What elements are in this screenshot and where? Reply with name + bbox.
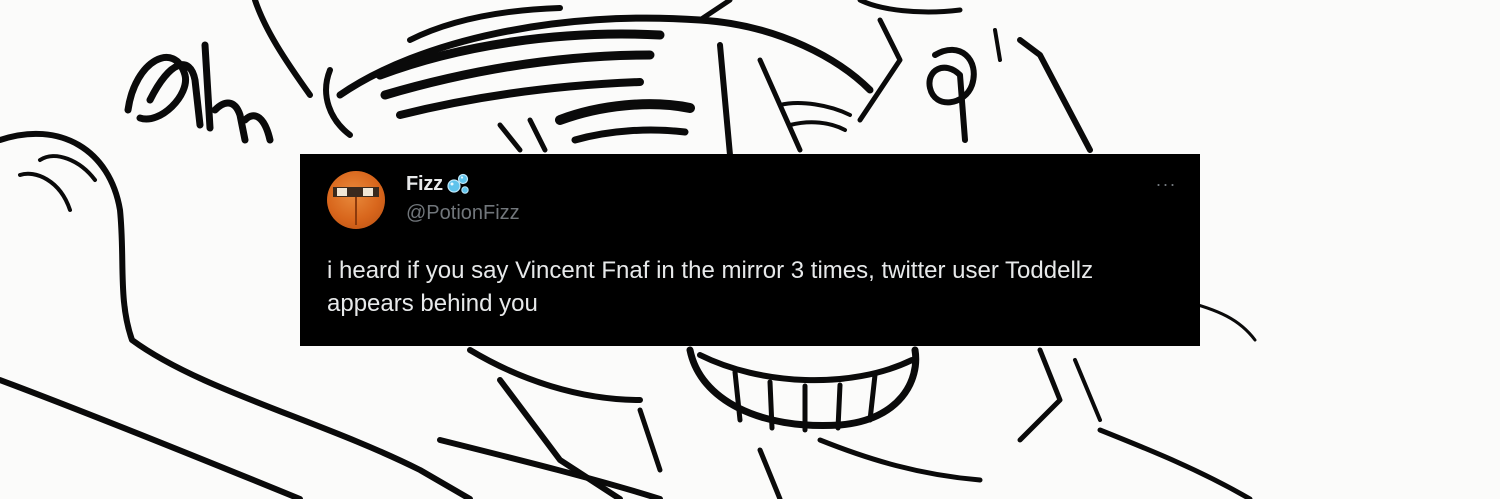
tweet-card[interactable]: Fizz @PotionFizz ··· i heard if you say … [300, 154, 1200, 346]
handwritten-scribble [124, 41, 274, 144]
avatar-left-eye [337, 188, 347, 196]
avatar-right-eye [363, 188, 373, 196]
more-options-button[interactable]: ··· [1152, 170, 1180, 198]
avatar[interactable] [327, 171, 385, 229]
tweet-text: i heard if you say Vincent Fnaf in the m… [327, 257, 1094, 317]
avatar-seam [355, 197, 357, 225]
display-name-row[interactable]: Fizz [406, 172, 471, 196]
display-name[interactable]: Fizz [406, 173, 443, 196]
bubbles-icon [447, 173, 469, 194]
user-handle[interactable]: @PotionFizz [406, 202, 520, 225]
